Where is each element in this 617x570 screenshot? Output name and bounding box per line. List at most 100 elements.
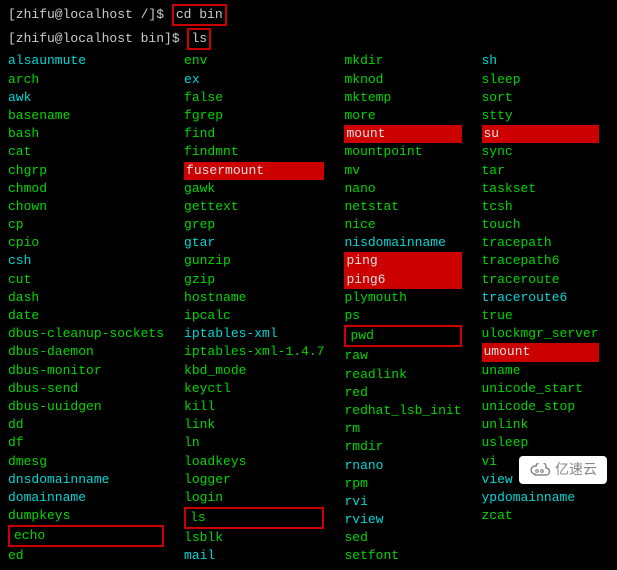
file-findmnt: findmnt xyxy=(184,143,324,161)
file-link: link xyxy=(184,416,324,434)
file-rnano: rnano xyxy=(344,457,461,475)
file-dbus-daemon: dbus-daemon xyxy=(8,343,164,361)
file-ipcalc: ipcalc xyxy=(184,307,324,325)
file-ex: ex xyxy=(184,71,324,89)
file-mount: mount xyxy=(344,125,461,143)
file-traceroute: traceroute xyxy=(482,271,599,289)
file-sleep: sleep xyxy=(482,71,599,89)
file-chmod: chmod xyxy=(8,180,164,198)
file-netstat: netstat xyxy=(344,198,461,216)
file-redhat_lsb_init: redhat_lsb_init xyxy=(344,402,461,420)
file-unlink: unlink xyxy=(482,416,599,434)
file-csh: csh xyxy=(8,252,164,270)
file-iptables-xml-1.4.7: iptables-xml-1.4.7 xyxy=(184,343,324,361)
file-ps: ps xyxy=(344,307,461,325)
file-plymouth: plymouth xyxy=(344,289,461,307)
file-column-2: envexfalsefgrepfindfindmntfusermountgawk… xyxy=(184,52,324,565)
file-column-3: mkdirmknodmktempmoremountmountpointmvnan… xyxy=(344,52,461,565)
file-awk: awk xyxy=(8,89,164,107)
file-alsaunmute: alsaunmute xyxy=(8,52,164,70)
file-pwd: pwd xyxy=(344,325,461,347)
file-dbus-cleanup-sockets: dbus-cleanup-sockets xyxy=(8,325,164,343)
file-tcsh: tcsh xyxy=(482,198,599,216)
watermark: 亿速云 xyxy=(519,456,607,484)
prompt-line-1: [zhifu@localhost /]$ cd bin xyxy=(8,4,609,26)
file-gettext: gettext xyxy=(184,198,324,216)
file-hostname: hostname xyxy=(184,289,324,307)
file-sed: sed xyxy=(344,529,461,547)
command-cd: cd bin xyxy=(172,4,227,26)
file-chgrp: chgrp xyxy=(8,162,164,180)
file-gtar: gtar xyxy=(184,234,324,252)
file-dbus-uuidgen: dbus-uuidgen xyxy=(8,398,164,416)
file-tar: tar xyxy=(482,162,599,180)
file-nano: nano xyxy=(344,180,461,198)
terminal-output[interactable]: [zhifu@localhost /]$ cd bin [zhifu@local… xyxy=(0,0,617,570)
file-umount: umount xyxy=(482,343,599,361)
file-mknod: mknod xyxy=(344,71,461,89)
file-cp: cp xyxy=(8,216,164,234)
file-unicode_stop: unicode_stop xyxy=(482,398,599,416)
file-ln: ln xyxy=(184,434,324,452)
file-sync: sync xyxy=(482,143,599,161)
file-dmesg: dmesg xyxy=(8,453,164,471)
file-kill: kill xyxy=(184,398,324,416)
file-ed: ed xyxy=(8,547,164,565)
file-dash: dash xyxy=(8,289,164,307)
file-login: login xyxy=(184,489,324,507)
file-logger: logger xyxy=(184,471,324,489)
file-cat: cat xyxy=(8,143,164,161)
file-bash: bash xyxy=(8,125,164,143)
file-gawk: gawk xyxy=(184,180,324,198)
command-ls: ls xyxy=(187,28,211,50)
file-taskset: taskset xyxy=(482,180,599,198)
file-false: false xyxy=(184,89,324,107)
file-fgrep: fgrep xyxy=(184,107,324,125)
file-dumpkeys: dumpkeys xyxy=(8,507,164,525)
file-chown: chown xyxy=(8,198,164,216)
file-loadkeys: loadkeys xyxy=(184,453,324,471)
file-traceroute6: traceroute6 xyxy=(482,289,599,307)
file-arch: arch xyxy=(8,71,164,89)
file-setfont: setfont xyxy=(344,547,461,565)
file-mkdir: mkdir xyxy=(344,52,461,70)
file-cut: cut xyxy=(8,271,164,289)
file-keyctl: keyctl xyxy=(184,380,324,398)
file-ulockmgr_server: ulockmgr_server xyxy=(482,325,599,343)
file-fusermount: fusermount xyxy=(184,162,324,180)
file-rpm: rpm xyxy=(344,475,461,493)
file-unicode_start: unicode_start xyxy=(482,380,599,398)
file-ypdomainname: ypdomainname xyxy=(482,489,599,507)
file-red: red xyxy=(344,384,461,402)
file-mktemp: mktemp xyxy=(344,89,461,107)
file-date: date xyxy=(8,307,164,325)
file-column-4: shsleepsortsttysusynctartasksettcshtouch… xyxy=(482,52,599,565)
file-tracepath6: tracepath6 xyxy=(482,252,599,270)
file-readlink: readlink xyxy=(344,366,461,384)
file-rvi: rvi xyxy=(344,493,461,511)
file-iptables-xml: iptables-xml xyxy=(184,325,324,343)
file-usleep: usleep xyxy=(482,434,599,452)
file-find: find xyxy=(184,125,324,143)
file-tracepath: tracepath xyxy=(482,234,599,252)
file-touch: touch xyxy=(482,216,599,234)
shell-prompt: [zhifu@localhost bin]$ xyxy=(8,31,180,46)
file-df: df xyxy=(8,434,164,452)
prompt-line-2: [zhifu@localhost bin]$ ls xyxy=(8,28,609,50)
file-basename: basename xyxy=(8,107,164,125)
file-mv: mv xyxy=(344,162,461,180)
file-zcat: zcat xyxy=(482,507,599,525)
file-uname: uname xyxy=(482,362,599,380)
file-su: su xyxy=(482,125,599,143)
ls-output: alsaunmutearchawkbasenamebashcatchgrpchm… xyxy=(8,52,609,565)
shell-prompt: [zhifu@localhost /]$ xyxy=(8,7,164,22)
file-dbus-send: dbus-send xyxy=(8,380,164,398)
file-echo: echo xyxy=(8,525,164,547)
file-gunzip: gunzip xyxy=(184,252,324,270)
file-domainname: domainname xyxy=(8,489,164,507)
file-ls: ls xyxy=(184,507,324,529)
file-rmdir: rmdir xyxy=(344,438,461,456)
file-sh: sh xyxy=(482,52,599,70)
file-sort: sort xyxy=(482,89,599,107)
file-rm: rm xyxy=(344,420,461,438)
